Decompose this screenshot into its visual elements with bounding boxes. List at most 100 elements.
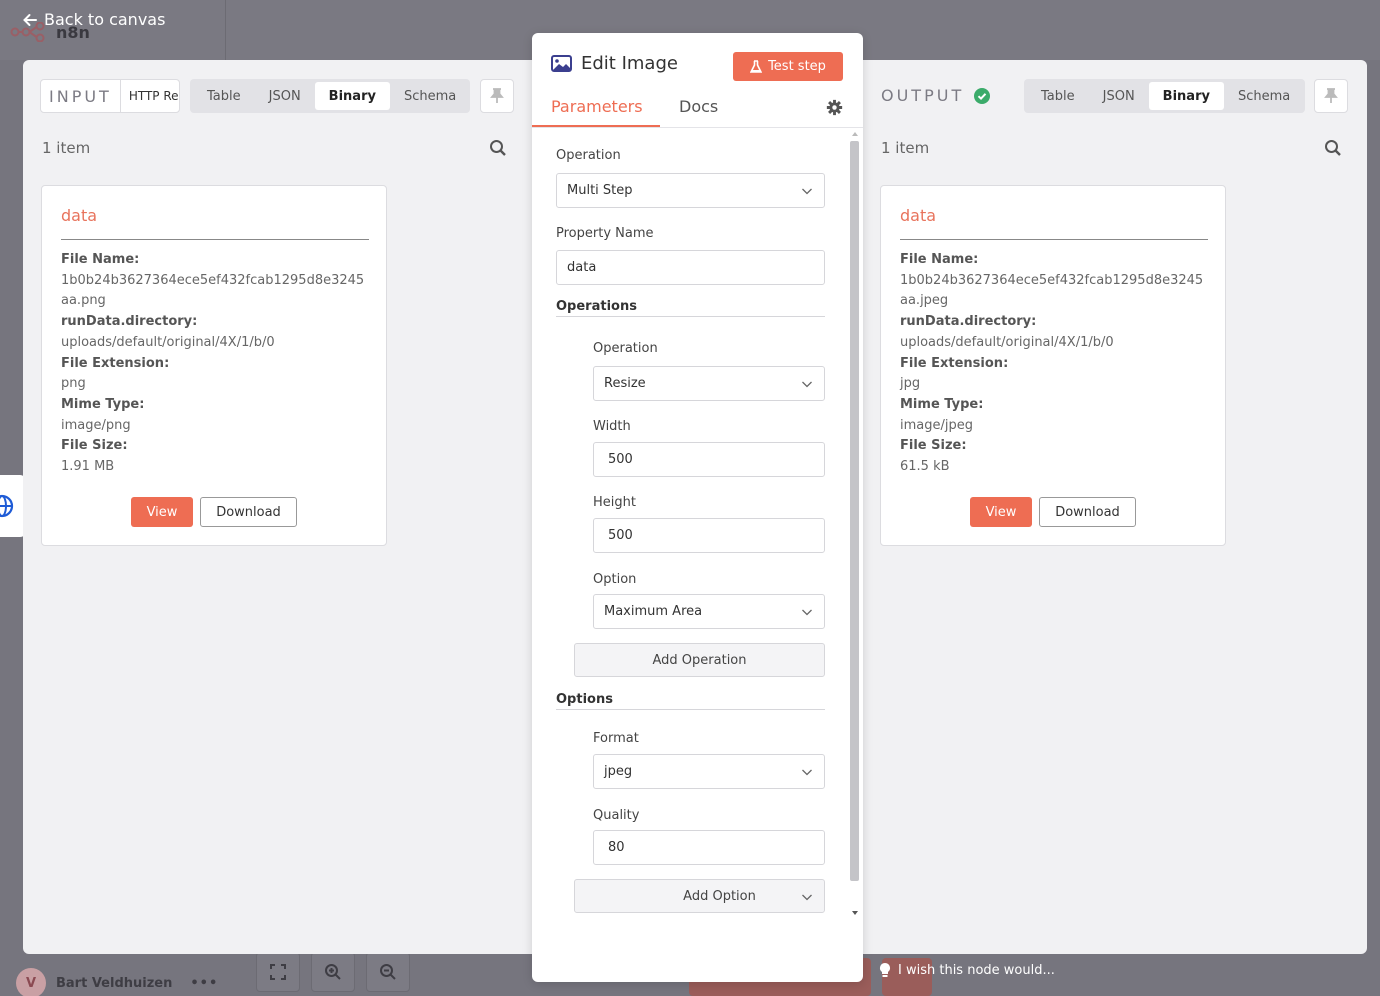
node-editor-panel: Edit Image Test step Parameters Docs Ope… [532, 33, 863, 982]
node-title-text: Edit Image [581, 53, 678, 74]
zoom-in-icon [325, 964, 341, 980]
format-value: jpeg [604, 764, 633, 779]
add-option-label: Add Option [683, 888, 756, 904]
quality-input[interactable]: 80 [593, 830, 825, 865]
options-section-title: Options [556, 692, 613, 707]
input-binary-card: data File Name: 1b0b24b3627364ece5ef432f… [41, 185, 387, 546]
output-view-button[interactable]: View [970, 497, 1032, 527]
scrollbar-thumb[interactable] [850, 141, 859, 881]
format-select[interactable]: jpeg [593, 754, 825, 789]
input-view-switcher: Table JSON Binary Schema [190, 79, 470, 113]
chevron-down-icon [802, 769, 812, 776]
input-search-icon[interactable] [489, 139, 507, 157]
option-select[interactable]: Maximum Area [593, 594, 825, 629]
back-to-canvas-button[interactable]: Back to canvas [22, 10, 165, 29]
card-divider [61, 239, 369, 240]
output-label: OUTPUT [881, 86, 965, 105]
field-key: File Name: [900, 252, 979, 267]
tab-parameters[interactable]: Parameters [551, 97, 643, 116]
height-label: Height [593, 495, 636, 510]
input-view-button[interactable]: View [131, 497, 193, 527]
output-view-json[interactable]: JSON [1089, 82, 1149, 110]
input-pin-button[interactable] [480, 79, 514, 113]
operation-select[interactable]: Multi Step [556, 173, 825, 208]
fit-view-icon [270, 964, 286, 980]
field-value: 61.5 kB [900, 459, 950, 475]
input-label: INPUT [41, 80, 121, 112]
zoom-out-icon [380, 964, 396, 980]
operation-label: Operation [556, 148, 621, 163]
output-view-schema[interactable]: Schema [1224, 82, 1304, 110]
output-download-button[interactable]: Download [1039, 497, 1136, 527]
zoom-out-button[interactable] [366, 952, 410, 992]
sub-operation-select[interactable]: Resize [593, 366, 825, 401]
fit-view-button[interactable] [256, 952, 300, 992]
input-card-actions: View Download [42, 497, 386, 527]
chevron-down-icon [802, 381, 812, 388]
field-key: File Extension: [900, 355, 1009, 371]
gear-icon[interactable] [826, 99, 843, 116]
active-tab-indicator [532, 125, 660, 127]
output-view-table[interactable]: Table [1027, 82, 1089, 110]
field-value: png [61, 376, 86, 392]
operations-section-title: Operations [556, 299, 637, 314]
input-view-schema[interactable]: Schema [390, 82, 470, 110]
field-value: jpg [900, 376, 921, 392]
test-step-label: Test step [768, 59, 826, 74]
quality-value: 80 [608, 840, 625, 855]
input-item-count: 1 item [42, 139, 91, 157]
flask-icon [750, 59, 763, 73]
section-divider [556, 709, 825, 710]
output-item-count: 1 item [881, 139, 930, 157]
field-value: image/jpeg [900, 417, 973, 433]
field-key: File Extension: [61, 355, 170, 371]
tab-docs[interactable]: Docs [679, 97, 718, 116]
chevron-down-icon [802, 609, 812, 616]
zoom-in-button[interactable] [311, 952, 355, 992]
sub-operation-value: Resize [604, 376, 646, 391]
topbar-divider [225, 0, 226, 60]
field-value: 1b0b24b3627364ece5ef432fcab1295d8e3245aa… [900, 272, 1204, 309]
field-value: 1.91 MB [61, 459, 115, 475]
field-key: File Size: [61, 438, 128, 454]
chevron-down-icon [802, 894, 812, 901]
height-input[interactable]: 500 [593, 518, 825, 553]
field-key: File Name: [61, 252, 140, 267]
field-key: runData.directory: [900, 314, 1037, 330]
output-search-icon[interactable] [1324, 139, 1342, 157]
property-name-value: data [567, 260, 597, 275]
output-card-actions: View Download [881, 497, 1225, 527]
field-key: Mime Type: [61, 396, 145, 412]
input-source-select[interactable]: HTTP Request [121, 89, 179, 103]
input-download-button[interactable]: Download [200, 497, 297, 527]
image-icon [551, 55, 572, 72]
width-input[interactable]: 500 [593, 442, 825, 477]
output-header: OUTPUT [881, 86, 991, 105]
add-option-button[interactable]: Add Option [574, 879, 825, 913]
card-divider [900, 239, 1208, 240]
option-value: Maximum Area [604, 604, 703, 619]
test-step-button[interactable]: Test step [733, 52, 843, 81]
more-options-icon[interactable]: ••• [190, 976, 218, 991]
add-operation-button[interactable]: Add Operation [574, 643, 825, 677]
canvas-left-sidebar-edge [0, 720, 23, 840]
back-label: Back to canvas [44, 10, 166, 29]
editor-tabs: Parameters Docs [532, 93, 863, 128]
user-name: Bart Veldhuizen [56, 975, 173, 991]
input-view-binary[interactable]: Binary [314, 82, 390, 110]
input-header: INPUT HTTP Request [40, 79, 180, 113]
field-key: File Size: [900, 438, 967, 454]
output-pin-button[interactable] [1314, 79, 1348, 113]
input-view-json[interactable]: JSON [255, 82, 315, 110]
field-key: Mime Type: [900, 396, 984, 412]
input-view-table[interactable]: Table [193, 82, 255, 110]
property-name-input[interactable]: data [556, 250, 825, 285]
feedback-link[interactable]: I wish this node would... [878, 962, 1055, 978]
field-value: image/png [61, 417, 131, 433]
user-menu[interactable]: V Bart Veldhuizen ••• [16, 968, 218, 996]
format-label: Format [593, 731, 639, 746]
arrow-left-icon [23, 13, 37, 26]
chevron-down-icon [802, 188, 812, 195]
output-view-binary[interactable]: Binary [1148, 82, 1224, 110]
success-check-icon [974, 87, 991, 104]
